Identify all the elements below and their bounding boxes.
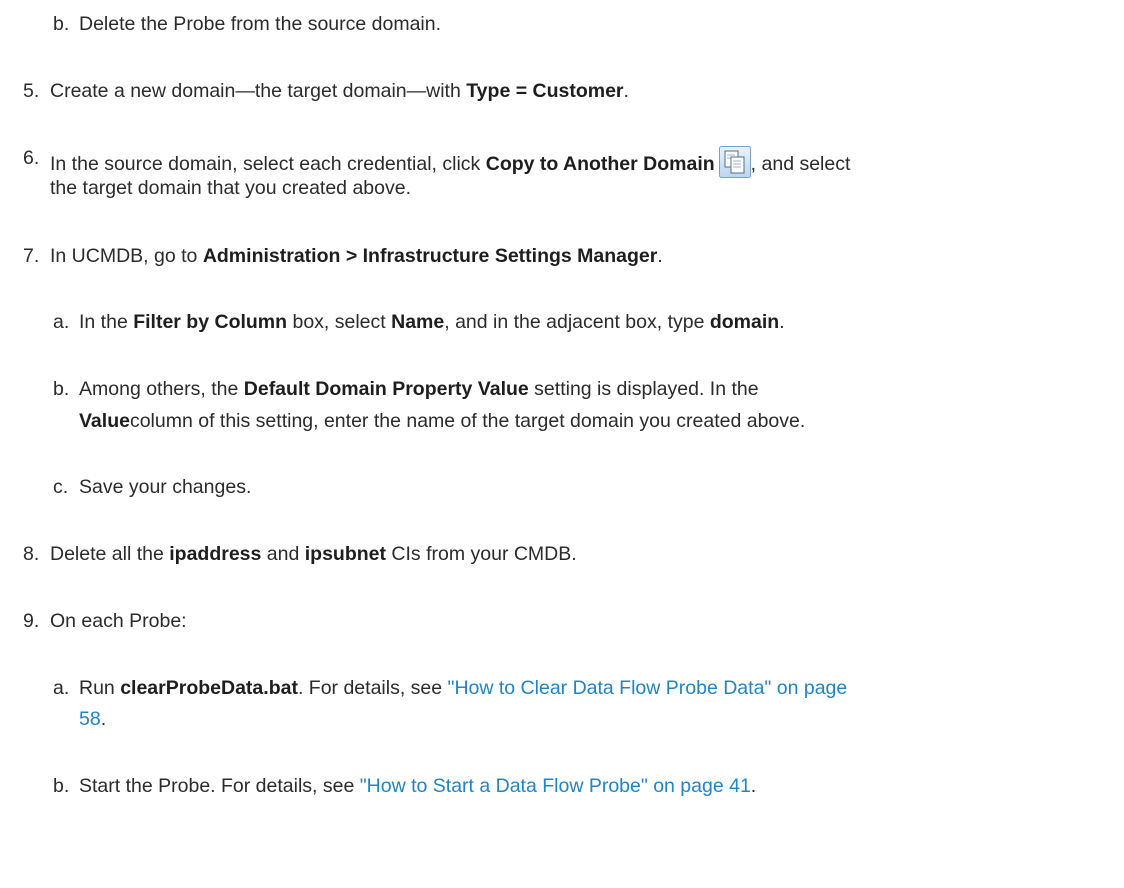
step-7-text: In UCMDB, go to Administration > Infrast…: [50, 244, 663, 268]
step-6-text-line2: the target domain that you created above…: [50, 177, 411, 199]
bold-term: ipaddress: [169, 543, 262, 565]
bold-term: domain: [709, 311, 780, 333]
step-marker: 8.: [23, 543, 40, 565]
step-marker: c.: [53, 476, 69, 498]
text: Save your changes.: [79, 476, 252, 498]
text: In UCMDB, go to: [50, 245, 203, 267]
text: .: [750, 775, 757, 797]
step-9-text: On each Probe:: [50, 609, 187, 633]
text: .: [623, 80, 629, 102]
step-marker: 6.: [23, 147, 40, 169]
text: .: [657, 245, 663, 267]
bold-term: Type = Customer: [466, 80, 624, 102]
clear-probe-data-link[interactable]: "How to Clear Data Flow Probe Data" on p…: [448, 677, 848, 699]
bold-term: Administration > Infrastructure Settings…: [202, 245, 658, 267]
document-page: b. Delete the Probe from the source doma…: [0, 0, 1124, 888]
step-9b-text: Start the Probe. For details, see "How t…: [79, 774, 756, 798]
step-5-text: Create a new domain—the target domain—wi…: [50, 79, 629, 103]
text: Start the Probe. For details, see: [79, 775, 360, 797]
step-marker: a.: [53, 311, 70, 333]
start-probe-link[interactable]: "How to Start a Data Flow Probe" on page…: [360, 775, 751, 797]
bold-term: Filter by Column: [133, 311, 288, 333]
text: .: [779, 311, 785, 333]
text: .: [100, 708, 107, 730]
step-marker: b.: [53, 378, 70, 400]
bold-term: Name: [391, 311, 445, 333]
bold-term: clearProbeData.bat: [120, 677, 298, 699]
step-marker: 7.: [23, 245, 40, 267]
bold-term: Value: [79, 410, 130, 432]
bold-term: Default Domain Property Value: [243, 378, 529, 400]
text: CIs from your CMDB.: [386, 543, 577, 565]
step-6-text: In the source domain, select each creden…: [50, 146, 850, 178]
text: , and in the adjacent box, type: [444, 311, 710, 333]
text: setting is displayed. In the: [528, 378, 759, 400]
bold-term: ipsubnet: [304, 543, 386, 565]
step-marker: b.: [53, 13, 70, 35]
step-9a-text: Run clearProbeData.bat. For details, see…: [79, 676, 847, 700]
step-8-text: Delete all the ipaddress and ipsubnet CI…: [50, 542, 577, 566]
step-7b-text-line2: Valuecolumn of this setting, enter the n…: [79, 409, 805, 433]
step-marker: a.: [53, 677, 70, 699]
text: In the: [79, 311, 134, 333]
text: Among others, the: [79, 378, 244, 400]
text: In the source domain, select each creden…: [50, 153, 486, 175]
text: Run: [79, 677, 121, 699]
step-7b-text: Among others, the Default Domain Propert…: [79, 377, 759, 401]
text: column of this setting, enter the name o…: [129, 410, 806, 432]
copy-to-domain-icon: [718, 146, 751, 178]
step-7c-text: Save your changes.: [79, 475, 251, 499]
text: , and select: [750, 153, 851, 175]
step-7a-text: In the Filter by Column box, select Name…: [79, 310, 785, 334]
step-marker: 9.: [23, 610, 40, 632]
step-marker: 5.: [23, 80, 40, 102]
text: Delete the Probe from the source domain.: [79, 13, 442, 35]
text: . For details, see: [297, 677, 448, 699]
step-9a-text-line2: 58.: [79, 707, 106, 731]
bold-term: Copy to Another Domain: [485, 153, 715, 175]
text: On each Probe:: [50, 610, 187, 632]
step-marker: b.: [53, 775, 70, 797]
step-4b-text: Delete the Probe from the source domain.: [79, 12, 441, 36]
text: box, select: [287, 311, 392, 333]
text: and: [261, 543, 305, 565]
clear-probe-data-page-link[interactable]: 58: [79, 708, 101, 730]
text: Delete all the: [50, 543, 170, 565]
text: Create a new domain—the target domain—wi…: [50, 80, 467, 102]
